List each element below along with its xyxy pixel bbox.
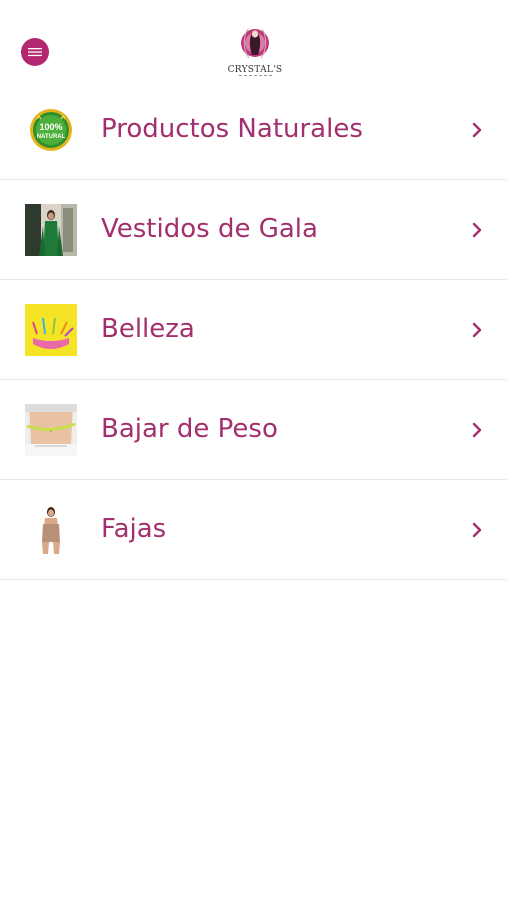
brand-logo[interactable]: CRYSTAL'S: [227, 25, 283, 79]
category-label: Fajas: [101, 514, 167, 544]
logo-tagline: [227, 75, 283, 77]
svg-text:NATURAL: NATURAL: [37, 134, 66, 140]
menu-icon: [28, 48, 42, 57]
chevron-right-icon: [472, 322, 482, 338]
menu-button[interactable]: [21, 38, 49, 66]
logo-emblem-icon: [241, 28, 269, 59]
chevron-right-icon: [472, 122, 482, 138]
waist-measure-photo-icon: [25, 404, 77, 456]
category-row-productos-naturales[interactable]: 100% NATURAL Productos Naturales: [0, 80, 507, 180]
category-list: 100% NATURAL Productos Naturales Vestido…: [0, 80, 507, 580]
category-row-belleza[interactable]: Belleza: [0, 280, 507, 380]
svg-text:100%: 100%: [39, 122, 62, 132]
logo-wordmark: CRYSTAL'S: [227, 65, 283, 75]
category-label: Belleza: [101, 314, 195, 344]
shapewear-photo-icon: [25, 504, 77, 556]
chevron-right-icon: [472, 222, 482, 238]
chevron-right-icon: [472, 522, 482, 538]
category-label: Productos Naturales: [101, 114, 363, 144]
category-row-bajar-de-peso[interactable]: Bajar de Peso: [0, 380, 507, 480]
dress-photo-icon: [25, 204, 77, 256]
category-row-vestidos-de-gala[interactable]: Vestidos de Gala: [0, 180, 507, 280]
category-row-fajas[interactable]: Fajas: [0, 480, 507, 580]
beauty-photo-icon: [25, 304, 77, 356]
category-label: Bajar de Peso: [101, 414, 278, 444]
app-header: CRYSTAL'S: [0, 0, 507, 80]
category-label: Vestidos de Gala: [101, 214, 318, 244]
natural-badge-icon: 100% NATURAL: [25, 104, 77, 156]
chevron-right-icon: [472, 422, 482, 438]
